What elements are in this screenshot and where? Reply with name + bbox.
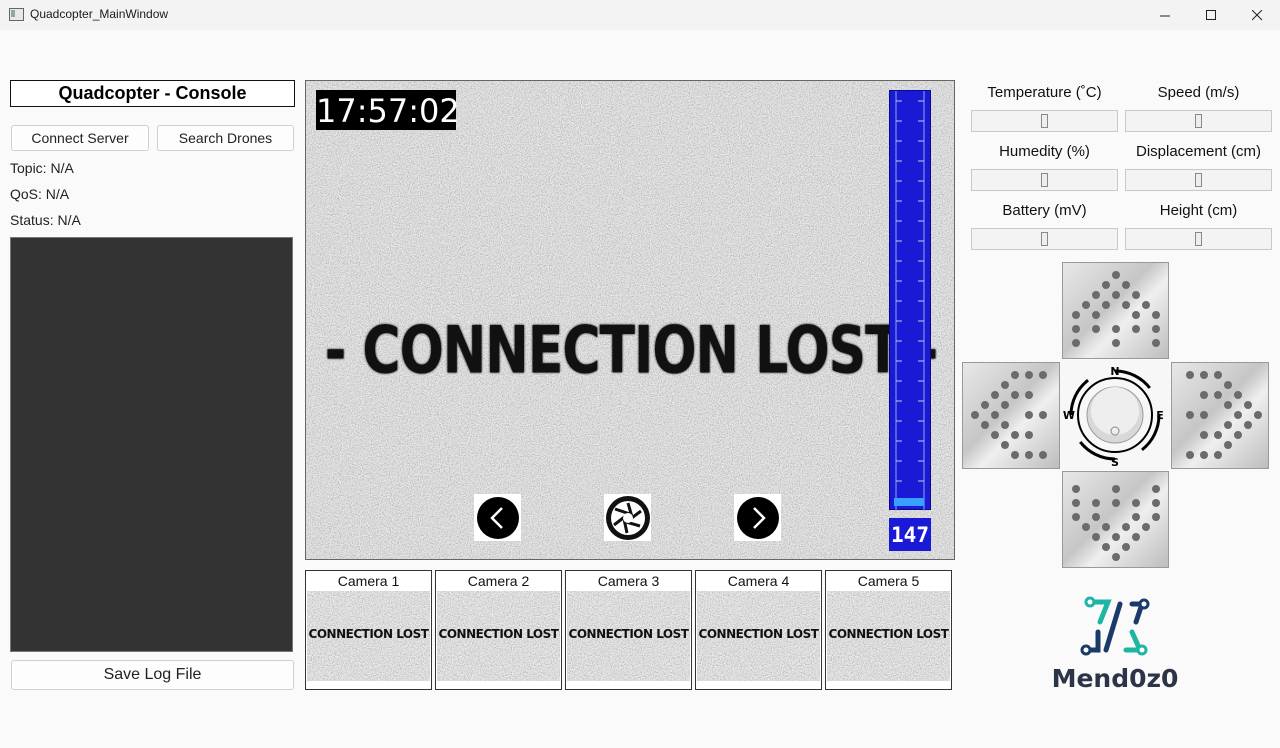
battery-slider[interactable] <box>971 228 1118 250</box>
camera-label: Camera 5 <box>857 573 920 589</box>
backward-button[interactable] <box>1062 471 1169 568</box>
speed-label: Speed (m/s) <box>1157 84 1240 101</box>
qos-label: QoS: N/A <box>10 186 70 202</box>
altitude-gauge <box>889 90 931 511</box>
topic-label: Topic: N/A <box>10 160 74 176</box>
arrow-up-icon <box>1072 271 1160 347</box>
compass-icon: N S E W <box>1063 365 1164 469</box>
camera-label: Camera 3 <box>597 573 660 589</box>
chevron-left-icon <box>476 496 519 539</box>
close-button[interactable] <box>1234 0 1280 30</box>
right-button[interactable] <box>1171 362 1269 469</box>
speed-slider[interactable] <box>1125 110 1272 132</box>
console-title: Quadcopter - Console <box>10 80 295 107</box>
slider-handle[interactable] <box>1041 232 1048 246</box>
camera-label: Camera 4 <box>727 573 790 589</box>
circuit-logo-icon <box>1080 596 1150 656</box>
camera-overlay: CONNECTION LOST <box>698 627 819 641</box>
height-slider[interactable] <box>1125 228 1272 250</box>
left-button[interactable] <box>962 362 1060 469</box>
arrow-right-icon <box>1186 371 1262 459</box>
camera-thumb-2[interactable]: Camera 2 CONNECTION LOST <box>435 570 562 690</box>
compass-e: E <box>1156 409 1164 422</box>
displacement-slider[interactable] <box>1125 169 1272 191</box>
maximize-button[interactable] <box>1188 0 1234 30</box>
slider-handle[interactable] <box>1195 232 1202 246</box>
close-icon <box>1251 9 1262 20</box>
slider-handle[interactable] <box>1041 114 1048 128</box>
arrow-left-icon <box>971 371 1047 459</box>
app-icon <box>9 8 24 21</box>
clock-display: 17:57:02 <box>316 90 460 130</box>
camera-thumb-3[interactable]: Camera 3 CONNECTION LOST <box>565 570 692 690</box>
chevron-right-icon <box>736 496 779 539</box>
forward-button[interactable] <box>1062 262 1169 359</box>
log-textarea[interactable] <box>10 237 293 652</box>
camera-preview: CONNECTION LOST <box>567 591 690 681</box>
camera-overlay: CONNECTION LOST <box>828 627 949 641</box>
camera-overlay: CONNECTION LOST <box>568 627 689 641</box>
logo-text: Mend0z0 <box>1051 664 1179 693</box>
maximize-icon <box>1205 9 1216 20</box>
gauge-level-bar <box>894 498 924 506</box>
displacement-label: Displacement (cm) <box>1135 143 1262 160</box>
camera-thumb-5[interactable]: Camera 5 CONNECTION LOST <box>825 570 952 690</box>
camera-overlay: CONNECTION LOST <box>438 627 559 641</box>
status-label: Status: N/A <box>10 212 81 228</box>
arrow-down-icon <box>1072 485 1160 561</box>
temperature-label: Temperature (˚C) <box>987 84 1102 101</box>
slider-handle[interactable] <box>1195 173 1202 187</box>
gauge-ticks <box>895 91 925 511</box>
battery-label: Battery (mV) <box>1002 202 1087 219</box>
logo: Mend0z0 <box>1040 592 1190 697</box>
connection-lost-overlay: - CONNECTION LOST - <box>324 313 939 389</box>
temperature-slider[interactable] <box>971 110 1118 132</box>
humidity-slider[interactable] <box>971 169 1118 191</box>
camera-thumb-1[interactable]: Camera 1 CONNECTION LOST <box>305 570 432 690</box>
compass-s: S <box>1111 456 1119 469</box>
connect-server-button[interactable]: Connect Server <box>11 125 149 151</box>
camera-preview: CONNECTION LOST <box>307 591 430 681</box>
minimize-icon <box>1159 15 1170 16</box>
camera-label: Camera 1 <box>337 573 400 589</box>
camera-shutter-icon <box>605 495 650 540</box>
camera-label: Camera 2 <box>467 573 530 589</box>
height-label: Height (cm) <box>1159 202 1238 219</box>
camera-preview: CONNECTION LOST <box>827 591 950 681</box>
compass-w: W <box>1063 409 1075 422</box>
camera-thumb-4[interactable]: Camera 4 CONNECTION LOST <box>695 570 822 690</box>
minimize-button[interactable] <box>1142 0 1188 30</box>
camera-overlay: CONNECTION LOST <box>308 627 429 641</box>
camera-preview: CONNECTION LOST <box>437 591 560 681</box>
search-drones-button[interactable]: Search Drones <box>157 125 294 151</box>
prev-camera-button[interactable] <box>474 494 521 541</box>
compass-n: N <box>1110 365 1119 378</box>
next-camera-button[interactable] <box>734 494 781 541</box>
gauge-value: 147 <box>889 518 931 551</box>
capture-button[interactable] <box>604 494 651 541</box>
save-log-button[interactable]: Save Log File <box>11 660 294 690</box>
compass: N S E W <box>1060 360 1170 470</box>
camera-preview: CONNECTION LOST <box>697 591 820 681</box>
humidity-label: Humedity (%) <box>999 143 1090 160</box>
slider-handle[interactable] <box>1041 173 1048 187</box>
title-bar: Quadcopter_MainWindow <box>0 0 1280 30</box>
main-video-feed: 17:57:02 - CONNECTION LOST - 147 <box>305 80 955 560</box>
window-title: Quadcopter_MainWindow <box>30 7 169 21</box>
slider-handle[interactable] <box>1195 114 1202 128</box>
